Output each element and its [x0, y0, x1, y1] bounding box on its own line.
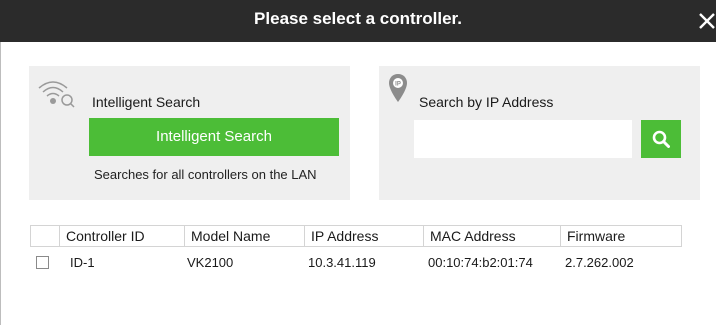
window-left-border	[0, 42, 1, 325]
cell-firmware: 2.7.262.002	[565, 255, 634, 270]
intelligent-search-label: Intelligent Search	[92, 94, 201, 110]
cell-controller-id: ID-1	[70, 255, 95, 270]
dialog-title: Please select a controller.	[254, 9, 462, 28]
cell-mac-address: 00:10:74:b2:01:74	[428, 255, 533, 270]
intelligent-search-hint: Searches for all controllers on the LAN	[94, 167, 317, 182]
ip-search-label: Search by IP Address	[419, 94, 554, 110]
svg-text:IP: IP	[395, 82, 401, 88]
row-checkbox[interactable]	[36, 256, 49, 269]
close-icon[interactable]	[698, 12, 716, 30]
table-row[interactable]: ID-1 VK2100 10.3.41.119 00:10:74:b2:01:7…	[30, 252, 682, 274]
cell-model-name: VK2100	[187, 255, 234, 270]
column-header-firmware[interactable]: Firmware	[560, 226, 682, 246]
search-icon	[652, 130, 670, 148]
column-header-model-name[interactable]: Model Name	[184, 226, 304, 246]
column-header-ip-address[interactable]: IP Address	[304, 226, 423, 246]
controller-table-header: Controller ID Model Name IP Address MAC …	[30, 225, 682, 247]
column-header-mac-address[interactable]: MAC Address	[423, 226, 560, 246]
wifi-search-icon	[38, 81, 75, 108]
ip-address-input[interactable]	[414, 120, 632, 158]
column-header-controller-id[interactable]: Controller ID	[59, 226, 184, 246]
title-bar: Please select a controller.	[0, 0, 716, 42]
ip-search-button[interactable]	[641, 120, 681, 158]
location-pin-icon: IP	[389, 74, 407, 102]
intelligent-search-button[interactable]: Intelligent Search	[89, 118, 339, 156]
cell-ip-address: 10.3.41.119	[308, 255, 376, 270]
